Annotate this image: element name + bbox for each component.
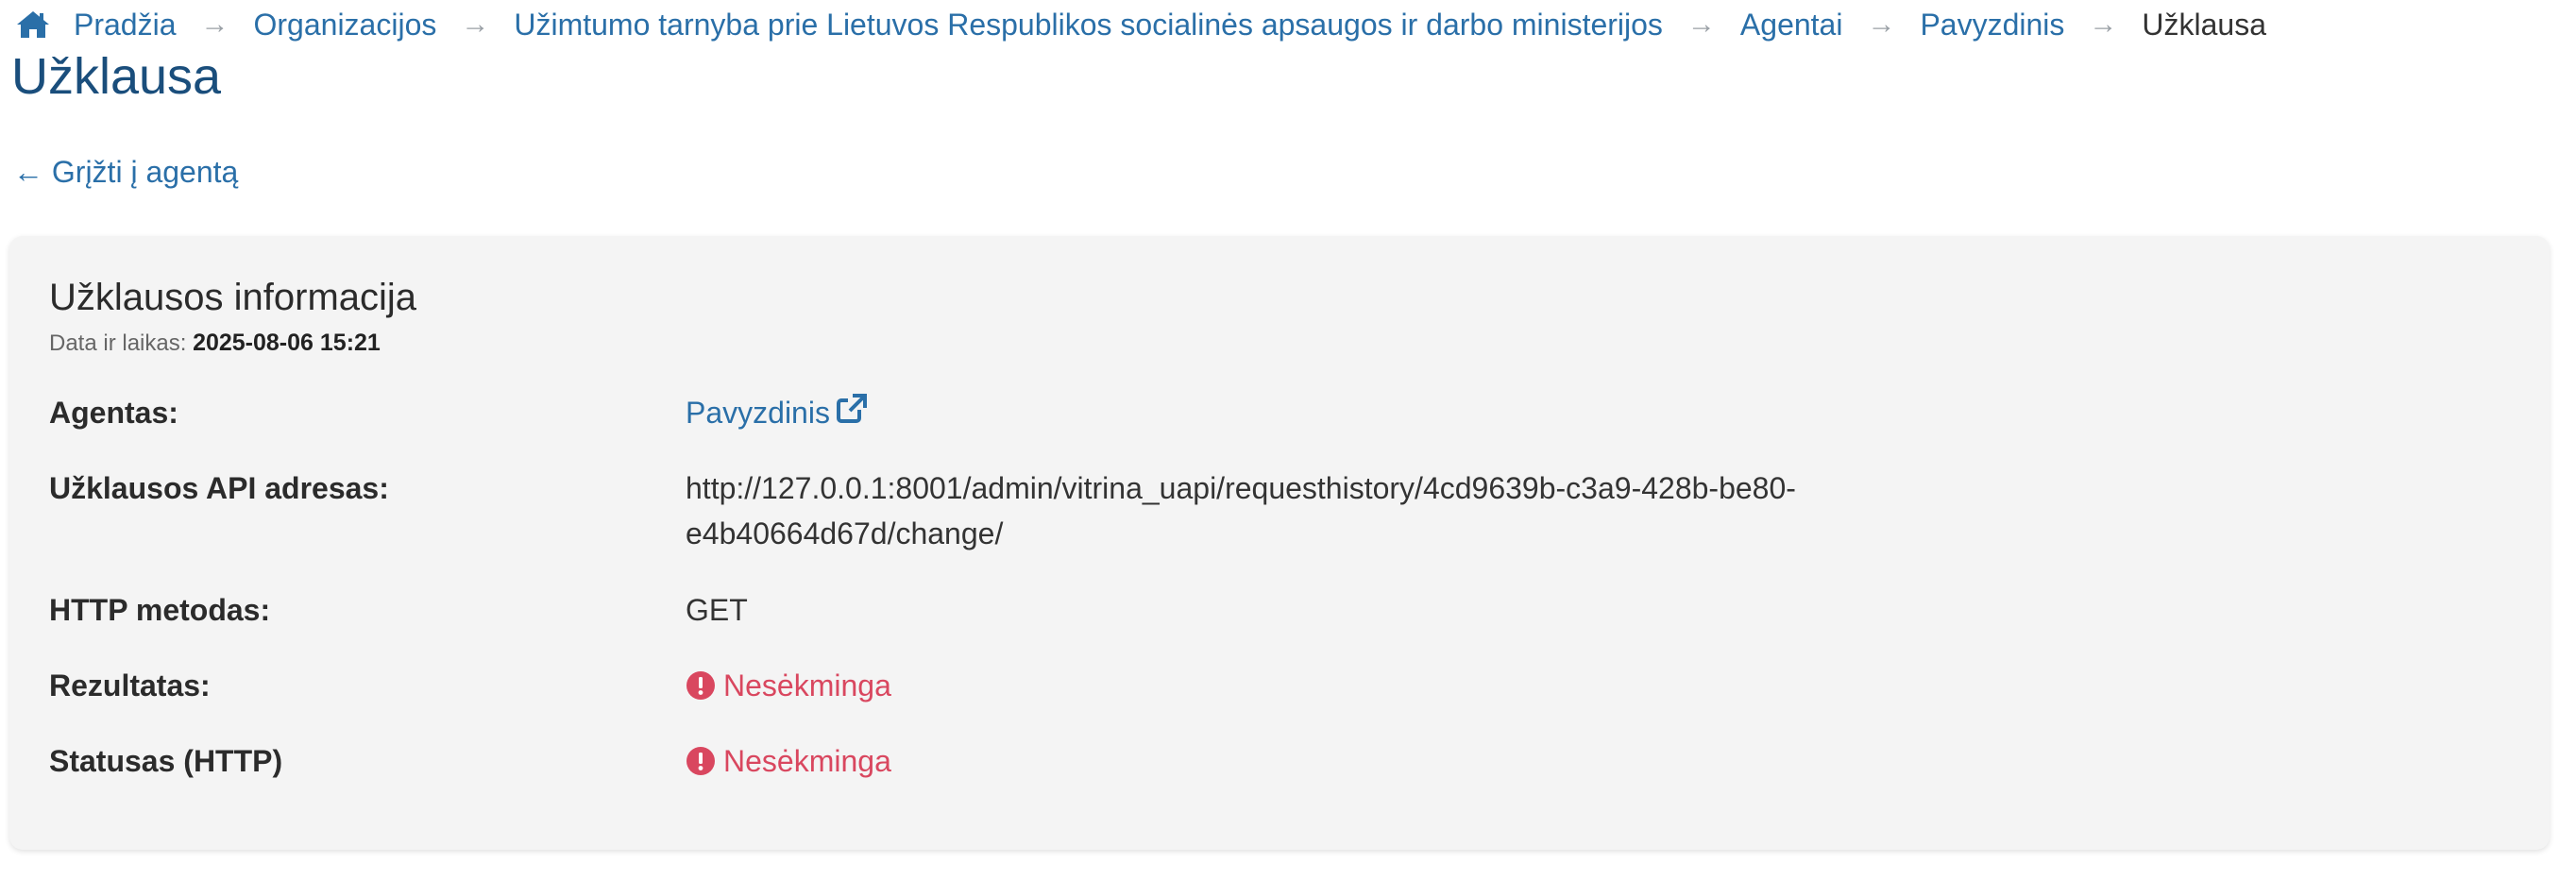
result-label: Rezultatas: <box>49 668 211 702</box>
agent-label: Agentas: <box>49 396 178 430</box>
breadcrumb-organizations[interactable]: Organizacijos <box>254 4 437 45</box>
breadcrumb-separator: → <box>1867 8 1896 40</box>
datetime-value: 2025-08-06 15:21 <box>193 330 381 356</box>
status-badge: Nesėkminga <box>686 738 891 784</box>
http-method-value: GET <box>686 593 748 627</box>
result-value: Nesėkminga <box>686 663 1932 713</box>
breadcrumb-agents[interactable]: Agentai <box>1740 4 1843 45</box>
agent-link[interactable]: Pavyzdinis <box>686 394 868 430</box>
datetime-label: Data ir laikas: <box>49 330 187 356</box>
status-badge: Nesėkminga <box>686 663 891 708</box>
api-url-label: Užklausos API adresas: <box>49 471 389 505</box>
breadcrumb-separator: → <box>461 8 490 40</box>
http-status-value: Nesėkminga <box>686 738 1932 788</box>
http-status-text: Nesėkminga <box>723 744 891 778</box>
breadcrumb-separator: → <box>1686 8 1716 40</box>
home-icon[interactable] <box>15 9 51 40</box>
card-title: Užklausos informacija <box>49 277 417 318</box>
back-to-agent-link[interactable]: ← Grįžti į agentą <box>13 151 238 193</box>
request-info-card: Užklausos informacija Data ir laikas: 20… <box>9 236 2550 850</box>
breadcrumb-separator: → <box>2089 8 2118 40</box>
page-title: Užklausa <box>11 48 222 105</box>
request-datetime: Data ir laikas: 2025-08-06 15:21 <box>49 327 381 360</box>
http-method-label: HTTP metodas: <box>49 593 271 627</box>
agent-value: Pavyzdinis <box>686 390 1932 435</box>
exclamation-circle-icon <box>686 747 715 775</box>
api-url-value: http://127.0.0.1:8001/admin/vitrina_uapi… <box>686 471 1796 550</box>
result-text: Nesėkminga <box>723 668 891 702</box>
breadcrumb-home[interactable]: Pradžia <box>74 4 177 45</box>
breadcrumb-current: Užklausa <box>2142 8 2267 42</box>
exclamation-circle-icon <box>686 671 715 700</box>
http-status-label: Statusas (HTTP) <box>49 744 283 778</box>
breadcrumb-organization[interactable]: Užimtumo tarnyba prie Lietuvos Respublik… <box>514 4 1663 45</box>
breadcrumb: Pradžia → Organizacijos → Užimtumo tarny… <box>15 4 2266 45</box>
breadcrumb-agent[interactable]: Pavyzdinis <box>1920 4 2064 45</box>
breadcrumb-separator: → <box>200 8 229 40</box>
agent-link-text: Pavyzdinis <box>686 396 830 430</box>
external-link-icon <box>836 394 867 423</box>
